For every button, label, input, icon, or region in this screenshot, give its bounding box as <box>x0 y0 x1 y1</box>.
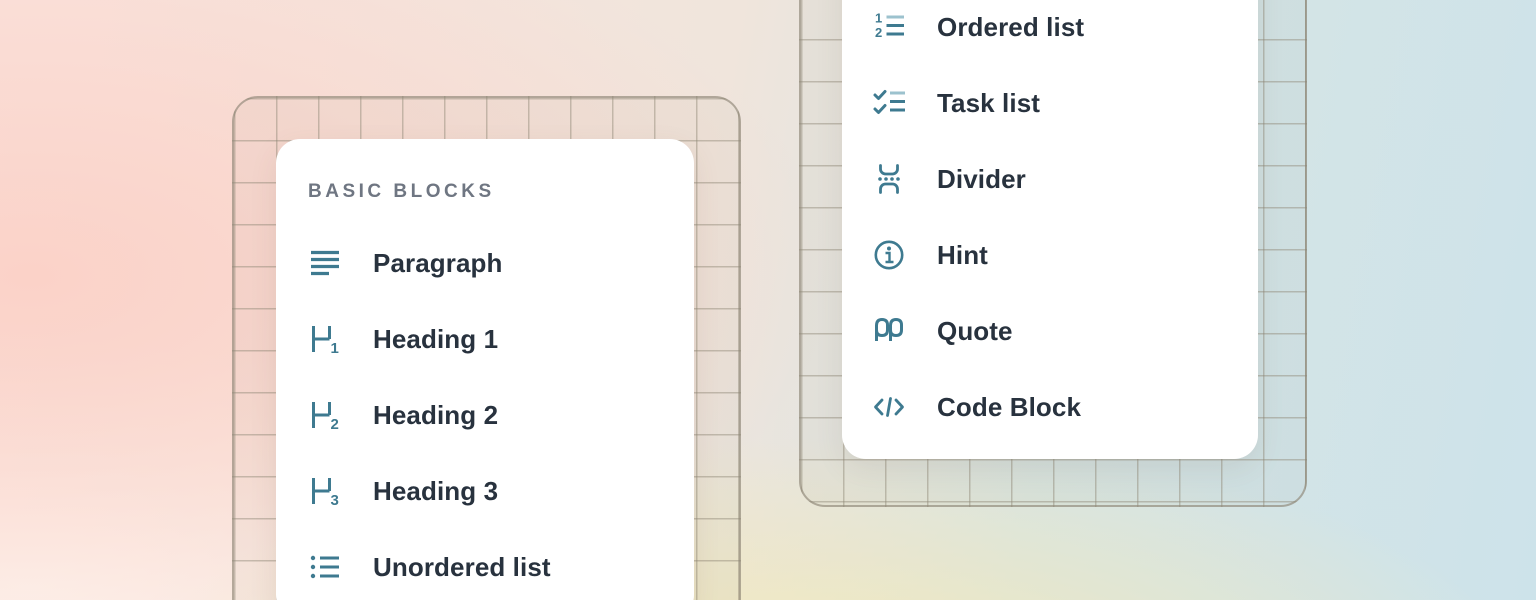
heading-1-icon: 1 <box>308 322 342 356</box>
quote-icon <box>872 314 906 348</box>
menu-item-heading-2[interactable]: 2 Heading 2 <box>276 395 498 435</box>
menu-item-divider[interactable]: Divider <box>842 159 1026 199</box>
svg-text:1: 1 <box>875 11 882 26</box>
unordered-list-icon <box>308 550 342 584</box>
menu-item-label: Heading 3 <box>373 476 498 507</box>
menu-item-heading-1[interactable]: 1 Heading 1 <box>276 319 498 359</box>
heading-2-icon: 2 <box>308 398 342 432</box>
menu-item-label: Unordered list <box>373 552 551 583</box>
menu-item-label: Ordered list <box>937 12 1084 43</box>
svg-text:3: 3 <box>331 492 339 508</box>
menu-item-ordered-list[interactable]: 12 Ordered list <box>842 7 1084 47</box>
menu-item-unordered-list[interactable]: Unordered list <box>276 547 551 587</box>
basic-blocks-menu-card: BASIC BLOCKS Paragraph 1 Heading 1 2 Heading… <box>276 139 694 600</box>
menu-item-heading-3[interactable]: 3 Heading 3 <box>276 471 498 511</box>
menu-item-task-list[interactable]: Task list <box>842 83 1040 123</box>
menu-section-header: BASIC BLOCKS <box>308 181 495 203</box>
menu-item-label: Paragraph <box>373 248 503 279</box>
svg-text:1: 1 <box>331 340 339 356</box>
heading-3-icon: 3 <box>308 474 342 508</box>
menu-item-label: Task list <box>937 88 1040 119</box>
hint-icon <box>872 238 906 272</box>
svg-text:2: 2 <box>331 416 339 432</box>
ordered-list-icon: 12 <box>872 10 906 44</box>
divider-icon <box>872 162 906 196</box>
task-list-icon <box>872 86 906 120</box>
menu-item-label: Divider <box>937 164 1026 195</box>
menu-item-label: Heading 2 <box>373 400 498 431</box>
paragraph-icon <box>308 246 342 280</box>
menu-item-quote[interactable]: Quote <box>842 311 1013 351</box>
blocks-menu-card: 12 Ordered list Task list Divider Hint Quote C… <box>842 0 1258 459</box>
code-block-icon <box>872 390 906 424</box>
menu-item-label: Heading 1 <box>373 324 498 355</box>
menu-item-label: Code Block <box>937 392 1081 423</box>
illustration-background: BASIC BLOCKS Paragraph 1 Heading 1 2 Heading… <box>0 0 1536 600</box>
svg-text:2: 2 <box>875 25 882 40</box>
menu-item-label: Hint <box>937 240 988 271</box>
menu-item-label: Quote <box>937 316 1013 347</box>
menu-item-hint[interactable]: Hint <box>842 235 988 275</box>
menu-item-paragraph[interactable]: Paragraph <box>276 243 503 283</box>
menu-item-code-block[interactable]: Code Block <box>842 387 1081 427</box>
